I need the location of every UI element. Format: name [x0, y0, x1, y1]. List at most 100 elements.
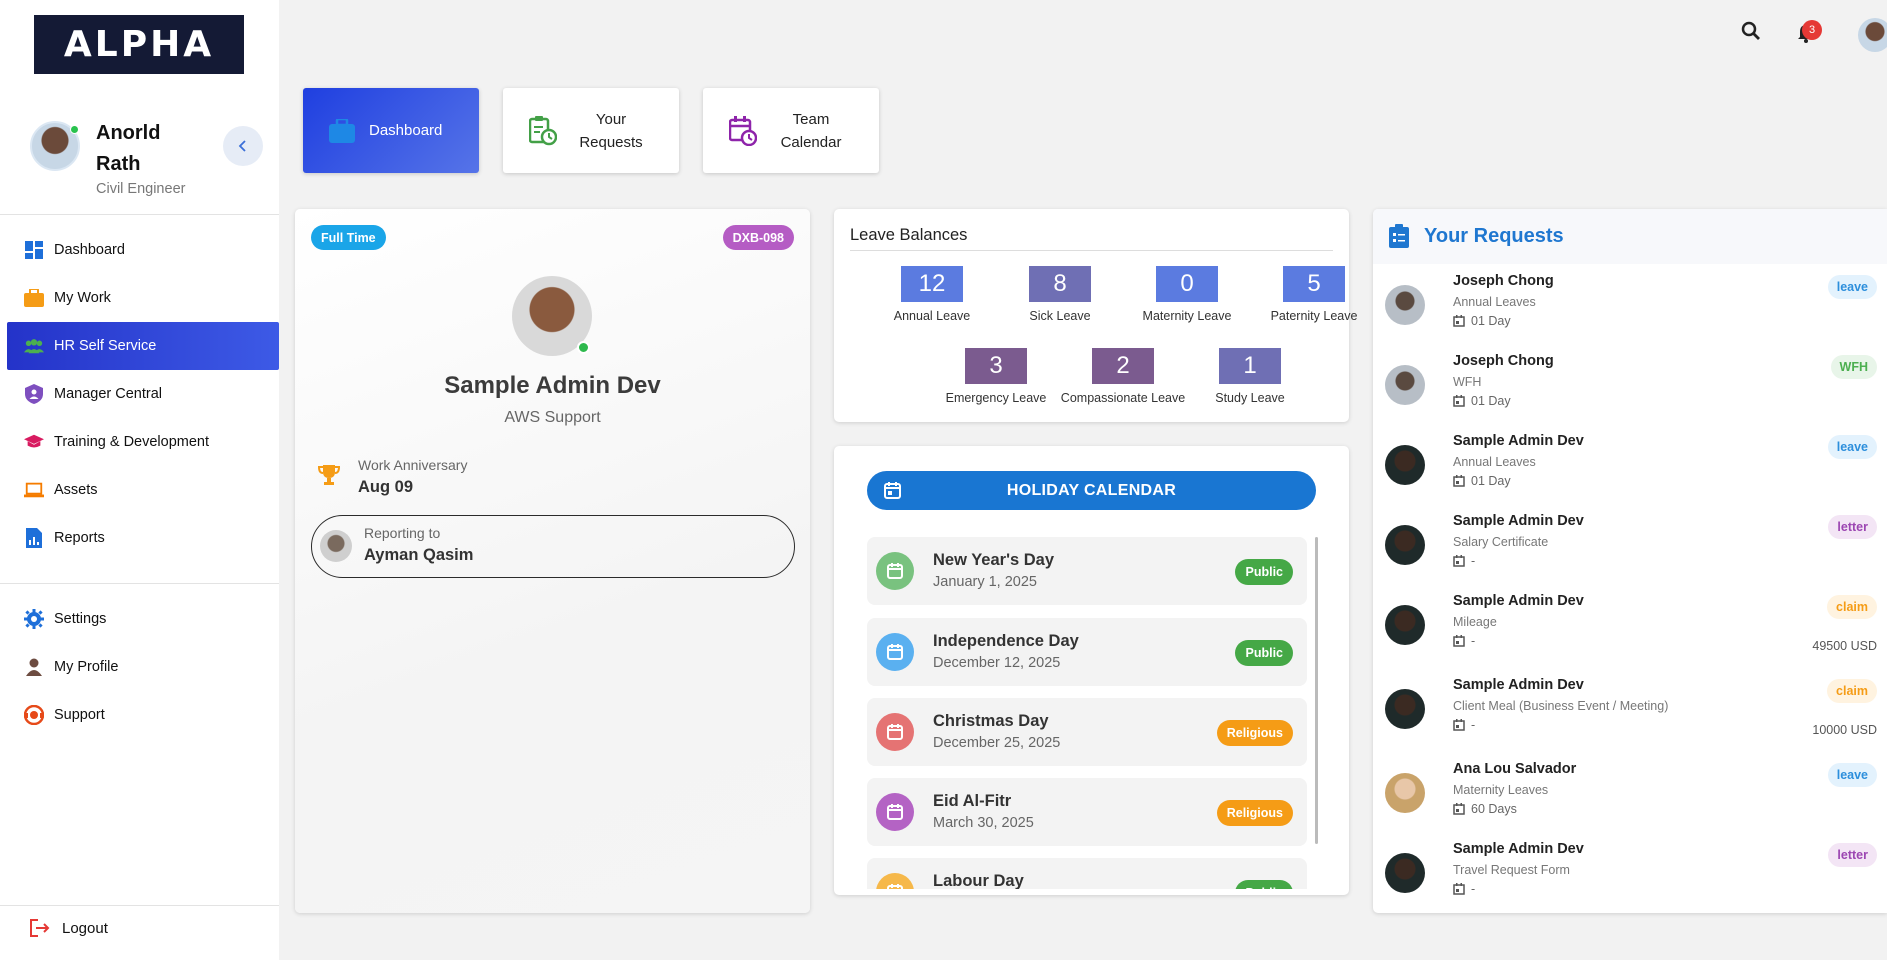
request-type: Travel Request Form — [1453, 863, 1570, 877]
leave-type: Emergency Leave — [945, 391, 1047, 405]
employment-type-badge: Full Time — [311, 225, 386, 250]
anniversary-label: Work Anniversary — [358, 457, 468, 473]
holiday-list-scrollbar[interactable] — [1315, 537, 1318, 844]
sidebar-item-manager-central[interactable]: Manager Central — [7, 370, 279, 418]
request-item[interactable]: Sample Admin Dev Mileage - claim 49500 U… — [1373, 587, 1887, 667]
trophy-icon — [317, 465, 341, 485]
user-menu-avatar[interactable] — [1858, 18, 1887, 52]
sidebar-item-label: HR Self Service — [54, 338, 157, 354]
sidebar-item-label: Settings — [54, 611, 107, 627]
sidebar-item-label: My Work — [54, 290, 111, 306]
duration-value: 01 Day — [1471, 314, 1511, 328]
request-duration: - — [1453, 718, 1475, 732]
sidebar-item-dashboard[interactable]: Dashboard — [7, 226, 279, 274]
calendar-icon — [1453, 883, 1465, 895]
search-button[interactable] — [1741, 21, 1761, 46]
request-type-badge: claim — [1827, 679, 1877, 703]
requester-name: Joseph Chong — [1453, 353, 1554, 369]
report-icon — [24, 528, 44, 548]
request-item[interactable]: Sample Admin Dev Client Meal (Business E… — [1373, 671, 1887, 751]
leave-balance-study[interactable]: 1 Study Leave — [1185, 348, 1315, 405]
leave-balance-emergency[interactable]: 3 Emergency Leave — [931, 348, 1061, 405]
holiday-calendar-card: HOLIDAY CALENDAR New Year's Day January … — [834, 446, 1349, 895]
sidebar-item-my-profile[interactable]: My Profile — [7, 643, 279, 691]
request-item[interactable]: Ana Lou Salvador Maternity Leaves 60 Day… — [1373, 755, 1887, 835]
reporting-to[interactable]: Reporting to Ayman Qasim — [311, 515, 795, 578]
logout-icon — [30, 919, 50, 937]
calendar-icon — [1453, 635, 1465, 647]
holiday-calendar-title: HOLIDAY CALENDAR — [1006, 481, 1177, 499]
request-item[interactable]: Sample Admin Dev Travel Request Form - l… — [1373, 835, 1887, 913]
user-avatar[interactable] — [30, 121, 80, 171]
request-duration: 60 Days — [1453, 802, 1517, 816]
company-logo[interactable]: ALPHA — [34, 15, 244, 74]
sidebar-item-training-development[interactable]: Training & Development — [7, 418, 279, 466]
calendar-clock-icon — [729, 115, 757, 146]
requests-header: Your Requests — [1373, 209, 1887, 264]
calendar-icon — [1453, 719, 1465, 731]
request-duration: - — [1453, 634, 1475, 648]
calendar-icon — [876, 873, 914, 889]
sidebar-item-hr-self-service[interactable]: HR Self Service — [7, 322, 279, 370]
holiday-item[interactable]: New Year's Day January 1, 2025 Public — [867, 537, 1307, 605]
sidebar-item-label: Reports — [54, 530, 105, 546]
leave-balance-compassionate[interactable]: 2 Compassionate Leave — [1058, 348, 1188, 405]
request-item[interactable]: Sample Admin Dev Salary Certificate - le… — [1373, 507, 1887, 587]
leave-balance-maternity[interactable]: 0 Maternity Leave — [1122, 266, 1252, 323]
request-item[interactable]: Joseph Chong WFH 01 Day WFH — [1373, 347, 1887, 427]
duration-value: 60 Days — [1471, 802, 1517, 816]
requester-avatar — [1385, 525, 1425, 565]
tab-your-requests[interactable]: Your Requests — [503, 88, 679, 173]
requester-avatar — [1385, 689, 1425, 729]
sidebar-item-label: My Profile — [54, 659, 119, 675]
requests-title: Your Requests — [1424, 225, 1564, 247]
calendar-icon — [876, 633, 914, 671]
holiday-item[interactable]: Christmas Day December 25, 2025 Religiou… — [867, 698, 1307, 766]
holiday-name: New Year's Day — [933, 551, 1055, 569]
holiday-type-badge: Public — [1235, 880, 1293, 889]
leave-balance-paternity[interactable]: 5 Paternity Leave — [1249, 266, 1379, 323]
leave-balance-sick[interactable]: 8 Sick Leave — [995, 266, 1125, 323]
holiday-item[interactable]: Labour Day Public — [867, 858, 1307, 889]
tab-team-calendar[interactable]: Team Calendar — [703, 88, 879, 173]
requester-avatar — [1385, 605, 1425, 645]
leave-count: 5 — [1283, 266, 1345, 302]
holiday-calendar-button[interactable]: HOLIDAY CALENDAR — [867, 471, 1316, 510]
leave-count: 0 — [1156, 266, 1218, 302]
calendar-icon — [876, 713, 914, 751]
sidebar-item-reports[interactable]: Reports — [7, 514, 279, 562]
requester-name: Sample Admin Dev — [1453, 513, 1584, 529]
sidebar-item-settings[interactable]: Settings — [7, 595, 279, 643]
request-type: Salary Certificate — [1453, 535, 1549, 549]
duration-value: 01 Day — [1471, 394, 1511, 408]
request-type: Annual Leaves — [1453, 455, 1536, 469]
sidebar-item-label: Manager Central — [54, 386, 162, 402]
employee-profile-card: Full Time DXB-098 Sample Admin Dev AWS S… — [295, 209, 810, 913]
request-type-badge: letter — [1828, 843, 1877, 867]
online-status-dot — [577, 341, 590, 354]
holiday-item[interactable]: Independence Day December 12, 2025 Publi… — [867, 618, 1307, 686]
clipboard-clock-icon — [529, 115, 557, 145]
request-item[interactable]: Sample Admin Dev Annual Leaves 01 Day le… — [1373, 427, 1887, 507]
holiday-list[interactable]: New Year's Day January 1, 2025 Public In… — [867, 537, 1307, 889]
request-item[interactable]: Joseph Chong Annual Leaves 01 Day leave — [1373, 267, 1887, 347]
sidebar-item-my-work[interactable]: My Work — [7, 274, 279, 322]
card-title: Leave Balances — [850, 226, 968, 244]
sidebar-item-label: Assets — [54, 482, 98, 498]
calendar-icon — [1453, 475, 1465, 487]
sidebar-item-support[interactable]: Support — [7, 691, 279, 739]
divider — [0, 214, 279, 215]
sidebar-item-assets[interactable]: Assets — [7, 466, 279, 514]
shield-icon — [24, 384, 44, 404]
collapse-sidebar-button[interactable] — [223, 126, 263, 166]
tab-dashboard[interactable]: Dashboard — [303, 88, 479, 173]
logout-button[interactable]: Logout — [30, 919, 108, 937]
logout-label: Logout — [62, 919, 108, 937]
leave-balance-annual[interactable]: 12 Annual Leave — [867, 266, 997, 323]
holiday-date: December 12, 2025 — [933, 655, 1061, 671]
holiday-item[interactable]: Eid Al-Fitr March 30, 2025 Religious — [867, 778, 1307, 846]
user-role: Civil Engineer — [96, 181, 186, 197]
divider — [0, 583, 279, 584]
leave-type: Compassionate Leave — [1060, 391, 1186, 405]
calendar-icon — [876, 552, 914, 590]
